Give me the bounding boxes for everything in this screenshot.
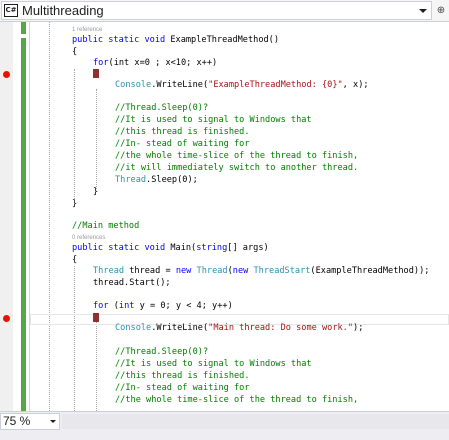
- breakpoint-icon[interactable]: [3, 71, 10, 78]
- code-line: thread.Start();: [93, 278, 171, 288]
- indent-guide: [96, 89, 97, 189]
- code-line: Console.WriteLine("Main thread: Do some …: [115, 323, 364, 333]
- breakpoint-margin[interactable]: [0, 22, 13, 411]
- navigation-bar: C# Multithreading ⊕: [0, 0, 449, 22]
- code-line: Thread thread = new Thread(new ThreadSta…: [93, 266, 430, 276]
- comment-line: //the whole time-slice of the thread to …: [115, 395, 359, 405]
- outlining-margin: [29, 22, 30, 411]
- code-line: {: [72, 255, 78, 265]
- member-name: Multithreading: [22, 3, 104, 18]
- comment-line: //it will immediately switch to another …: [115, 163, 359, 173]
- indent-guide: [96, 322, 97, 411]
- code-line: {: [72, 47, 78, 57]
- code-line: }: [93, 187, 99, 197]
- zoom-level: 75 %: [3, 414, 31, 428]
- code-line: for (int y = 0; y < 4; y++): [93, 301, 233, 311]
- horizontal-scrollbar[interactable]: [62, 414, 449, 429]
- breakpoint-icon[interactable]: [3, 315, 10, 322]
- editor-status-bar: 75 %: [0, 411, 449, 440]
- code-line: [93, 68, 99, 80]
- comment-line: //the whole time-slice of the thread to …: [115, 151, 359, 161]
- comment-line: //In- stead of waiting for: [115, 139, 250, 149]
- zoom-dropdown[interactable]: 75 %: [0, 413, 60, 430]
- code-line: [93, 312, 99, 324]
- chevron-down-icon[interactable]: [50, 420, 56, 423]
- change-tracking-bar: [21, 38, 26, 411]
- indent-guide: [49, 22, 50, 411]
- csharp-file-icon: C#: [4, 4, 18, 17]
- code-line: public static void ExampleThreadMethod(): [72, 35, 280, 45]
- comment-line: //Thread.Sleep(0)?: [115, 347, 209, 357]
- comment-line: //Main method: [72, 221, 140, 231]
- member-dropdown[interactable]: C# Multithreading: [1, 1, 432, 20]
- comment-line: //In- stead of waiting for: [115, 383, 250, 393]
- indent-guide: [74, 69, 75, 199]
- split-window-icon[interactable]: ⊕: [434, 1, 448, 20]
- change-tracking-bar: [21, 22, 26, 34]
- comment-line: //this thread is finished.: [115, 127, 250, 137]
- breakpoint-glyph-icon: [93, 313, 99, 322]
- comment-line: //this thread is finished.: [115, 371, 250, 381]
- comment-line: //Thread.Sleep(0)?: [115, 103, 209, 113]
- code-line: public static void Main(string[] args): [72, 243, 269, 253]
- code-line: Thread.Sleep(0);: [115, 175, 198, 185]
- chevron-down-icon[interactable]: [419, 9, 427, 13]
- comment-line: //It is used to signal to Windows that: [115, 115, 312, 125]
- code-line: Console.WriteLine("ExampleThreadMethod: …: [115, 80, 369, 90]
- comment-line: //It is used to signal to Windows that: [115, 359, 312, 369]
- code-line: for(int x=0 ; x<10; x++): [93, 58, 218, 68]
- indent-guide: [74, 266, 75, 411]
- breakpoint-glyph-icon: [93, 69, 99, 78]
- code-editor[interactable]: 1 reference public static void ExampleTh…: [0, 22, 449, 411]
- code-line: }: [72, 199, 78, 209]
